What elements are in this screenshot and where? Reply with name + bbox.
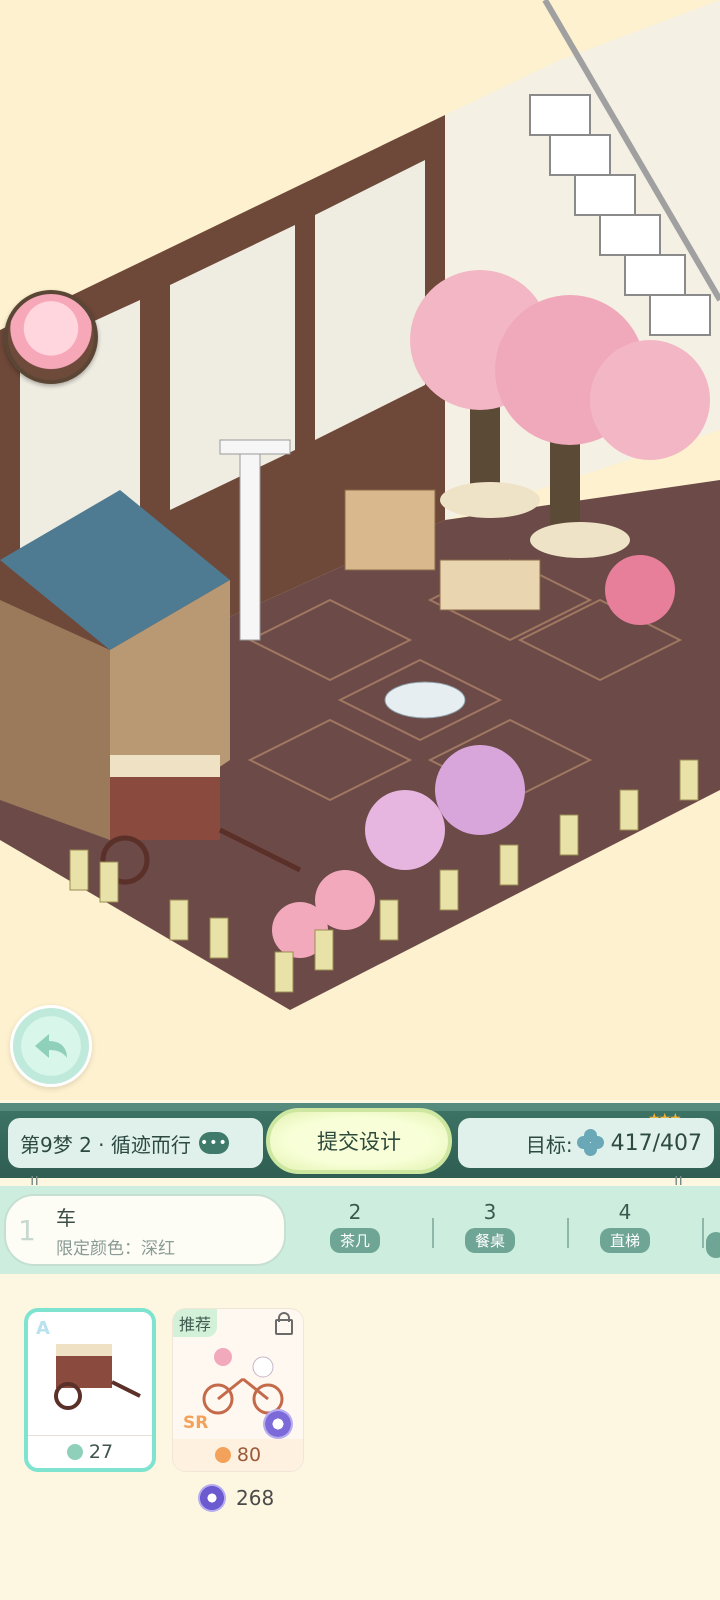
clover-icon xyxy=(214,1447,231,1463)
tab-number: 3 xyxy=(483,1200,497,1224)
dream-coin-icon xyxy=(263,1409,293,1439)
clover-icon xyxy=(66,1444,83,1460)
tab-label: 直梯 xyxy=(599,1228,650,1253)
clover-icon xyxy=(576,1129,605,1157)
room-illustration xyxy=(0,0,720,1010)
tab-color-restriction: 限定颜色：深红 xyxy=(56,1239,175,1259)
item-card-bicycle-sr[interactable]: 推荐 SR 80 xyxy=(172,1308,304,1472)
level-info: 第9梦 2 · 循迹而行 ••• xyxy=(8,1118,263,1168)
tab-cart[interactable]: 1 车 限定颜色：深红 xyxy=(4,1194,286,1266)
submit-design-button[interactable]: 提交设计 xyxy=(266,1108,452,1174)
tab-title: 车 xyxy=(56,1206,76,1230)
tab-label: 茶几 xyxy=(329,1228,380,1253)
room-scene[interactable] xyxy=(0,0,720,1100)
player-avatar[interactable] xyxy=(4,290,98,384)
tab-number: 2 xyxy=(348,1200,362,1224)
back-arrow-icon xyxy=(35,1034,67,1058)
item-card-cart-a[interactable]: A 27 xyxy=(24,1308,156,1472)
target-label: 目标: xyxy=(525,1132,573,1157)
level-title: 第9梦 2 · 循迹而行 xyxy=(20,1132,191,1157)
coin-cost-value: 268 xyxy=(236,1486,275,1510)
back-button[interactable] xyxy=(10,1005,92,1087)
tab-number: 4 xyxy=(618,1200,632,1224)
coin-cost: 268 xyxy=(198,1484,274,1512)
tab-next-partial[interactable] xyxy=(706,1232,720,1258)
target-score: 目标: 417/407 xyxy=(458,1118,714,1168)
tab-label: 餐桌 xyxy=(464,1228,515,1253)
target-value: 417/407 xyxy=(610,1130,702,1156)
tab-divider xyxy=(702,1218,704,1248)
red-cart-thumbnail xyxy=(54,1344,141,1410)
tab-number: 1 xyxy=(18,1214,36,1247)
tab-staircase[interactable]: 4 直梯 xyxy=(570,1200,680,1264)
price-value: 27 xyxy=(88,1441,114,1463)
grade-badge: SR xyxy=(183,1413,209,1433)
tab-tea-table[interactable]: 2 茶几 xyxy=(300,1200,410,1264)
item-price: 27 xyxy=(28,1435,152,1468)
chat-bubble-icon[interactable]: ••• xyxy=(198,1132,229,1154)
tab-divider xyxy=(432,1218,434,1248)
item-price: 80 xyxy=(173,1439,303,1471)
dream-coin-icon xyxy=(198,1484,226,1512)
price-value: 80 xyxy=(236,1444,262,1466)
tab-divider xyxy=(567,1218,569,1248)
tab-dining-table[interactable]: 3 餐桌 xyxy=(435,1200,545,1264)
